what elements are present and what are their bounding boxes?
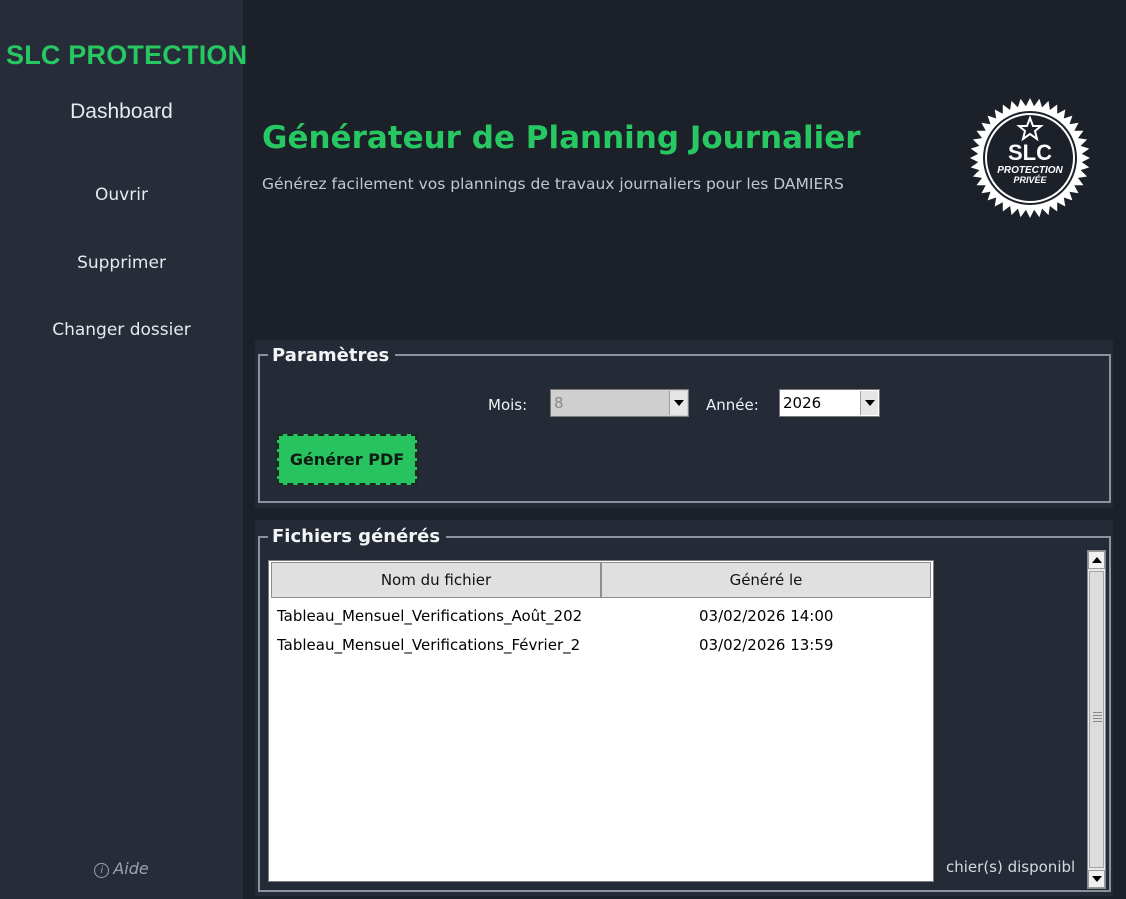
sidebar-item-supprimer[interactable]: Supprimer — [0, 253, 243, 273]
table-row-date[interactable]: 03/02/2026 14:00 — [699, 607, 833, 625]
column-header-name[interactable]: Nom du fichier — [271, 562, 601, 598]
help-label: Aide — [113, 859, 149, 878]
sidebar-item-ouvrir[interactable]: Ouvrir — [0, 185, 243, 205]
sidebar: SLC PROTECTION Dashboard Ouvrir Supprime… — [0, 0, 247, 899]
files-status-text: chier(s) disponibl — [946, 858, 1076, 876]
logo-seal: SLC PROTECTION PRIVÉE — [970, 98, 1090, 218]
info-icon: i — [94, 863, 110, 878]
sidebar-item-changer-dossier[interactable]: Changer dossier — [0, 320, 243, 340]
month-select[interactable]: 8 — [550, 389, 689, 417]
column-header-date[interactable]: Généré le — [601, 562, 931, 598]
scroll-down-icon[interactable] — [1088, 870, 1105, 888]
month-label: Mois: — [488, 396, 528, 414]
table-row-date[interactable]: 03/02/2026 13:59 — [699, 636, 833, 654]
year-select[interactable]: 2026 — [779, 389, 880, 417]
scroll-up-icon[interactable] — [1088, 551, 1105, 569]
files-table[interactable]: Nom du fichier Généré le Tableau_Mensuel… — [268, 560, 934, 882]
params-legend: Paramètres — [268, 345, 396, 366]
logo-text-slc: SLC — [1008, 140, 1052, 165]
scrollbar-thumb[interactable] — [1089, 571, 1104, 868]
files-status: chier(s) disponibl — [946, 858, 1082, 876]
chevron-down-icon[interactable] — [669, 391, 687, 415]
chevron-down-icon[interactable] — [860, 391, 878, 415]
year-value: 2026 — [783, 394, 822, 412]
help-link[interactable]: i Aide — [0, 859, 243, 878]
page-subtitle: Générez facilement vos plannings de trav… — [262, 175, 844, 193]
table-row-name[interactable]: Tableau_Mensuel_Verifications_Février_2 — [277, 636, 582, 654]
month-value: 8 — [554, 394, 564, 412]
year-label: Année: — [706, 396, 759, 414]
generate-pdf-button[interactable]: Générer PDF — [277, 434, 417, 485]
grip-icon — [1093, 712, 1102, 723]
vertical-scrollbar[interactable] — [1087, 550, 1106, 889]
logo-text-privee: PRIVÉE — [1013, 175, 1047, 185]
table-row-name[interactable]: Tableau_Mensuel_Verifications_Août_202 — [277, 607, 582, 625]
page-title: Générateur de Planning Journalier — [262, 120, 861, 156]
brand-title: SLC PROTECTION — [6, 40, 248, 70]
sidebar-item-dashboard[interactable]: Dashboard — [0, 100, 243, 124]
files-legend: Fichiers générés — [268, 526, 447, 547]
